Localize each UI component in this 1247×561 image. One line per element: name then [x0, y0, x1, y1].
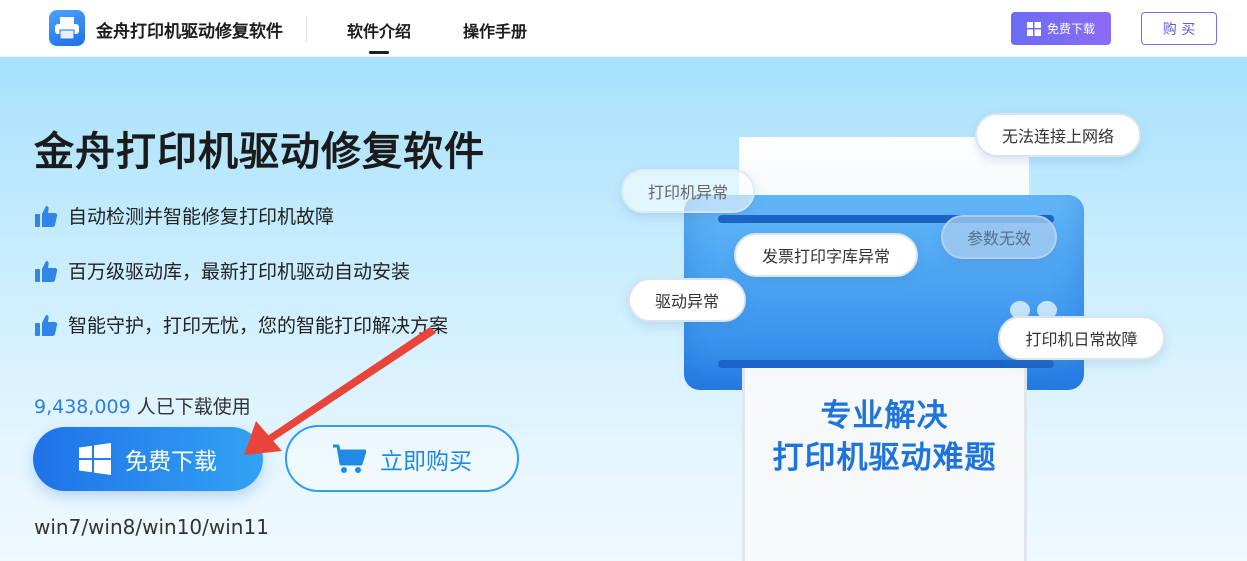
top-navigation-bar: 金舟打印机驱动修复软件 软件介绍 操作手册 免费下载 购 买 — [0, 0, 1247, 57]
feature-text: 自动检测并智能修复打印机故障 — [68, 206, 335, 228]
nav-tab-manual[interactable]: 操作手册 — [463, 18, 527, 42]
red-arrow-annotation — [244, 327, 436, 455]
printer-illustration: 专业解决 打印机驱动难题 无法连接上网络 打印机异常 参数无效 发票打印字库异常… — [600, 57, 1220, 561]
error-bubble-daily: 打印机日常故障 — [998, 316, 1165, 360]
thumbs-up-icon — [35, 314, 58, 336]
header-download-label: 免费下载 — [1046, 22, 1095, 36]
error-bubble-invoice: 发票打印字库异常 — [734, 233, 918, 277]
error-bubble-driver: 驱动异常 — [628, 278, 746, 322]
feature-text: 百万级驱动库，最新打印机驱动自动安装 — [68, 261, 411, 283]
free-download-button[interactable]: 免费下载 — [33, 427, 263, 491]
error-bubble-network: 无法连接上网络 — [975, 113, 1141, 157]
download-count-row: 9,438,009 人已下载使用 — [34, 392, 251, 419]
windows-icon — [1026, 21, 1041, 36]
os-support-text: win7/win8/win10/win11 — [34, 515, 269, 539]
printer-logo-icon[interactable] — [49, 10, 85, 46]
hero-section: 金舟打印机驱动修复软件 自动检测并智能修复打印机故障 百万级驱动库，最新打印机驱… — [0, 57, 1247, 561]
windows-icon — [79, 443, 111, 475]
download-count: 9,438,009 — [34, 396, 131, 418]
free-download-label: 免费下载 — [125, 449, 217, 475]
paper-headline-1: 专业解决 — [820, 398, 949, 434]
paper-headline-2: 打印机驱动难题 — [772, 440, 997, 476]
hero-title: 金舟打印机驱动修复软件 — [34, 129, 485, 175]
thumbs-up-icon — [35, 260, 58, 282]
thumbs-up-icon — [35, 205, 58, 227]
feature-item: 百万级驱动库，最新打印机驱动自动安装 — [34, 257, 410, 284]
feature-item: 自动检测并智能修复打印机故障 — [34, 202, 334, 229]
nav-divider — [306, 16, 307, 42]
brand-name[interactable]: 金舟打印机驱动修复软件 — [96, 17, 283, 42]
header-buy-button[interactable]: 购 买 — [1141, 12, 1217, 45]
nav-tab-intro[interactable]: 软件介绍 — [347, 18, 411, 54]
error-bubble-params: 参数无效 — [941, 215, 1057, 259]
header-download-button[interactable]: 免费下载 — [1011, 12, 1111, 45]
error-bubble-printer: 打印机异常 — [621, 169, 755, 213]
printer-output-slot — [718, 360, 1054, 368]
